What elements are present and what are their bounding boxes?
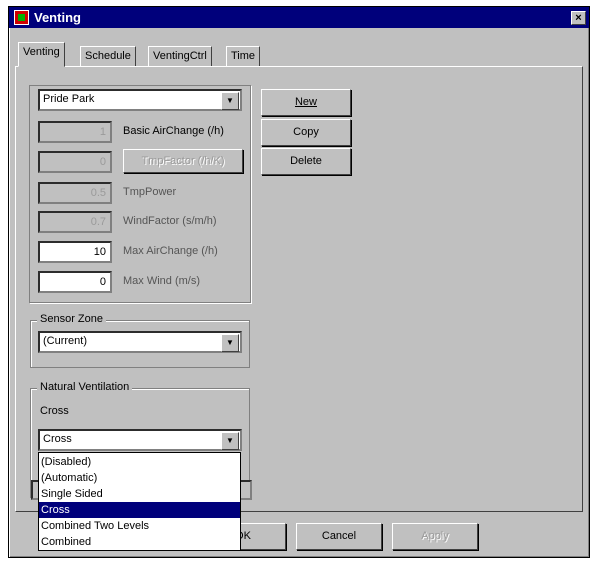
chevron-down-icon[interactable]: ▼ bbox=[221, 92, 239, 110]
sensor-zone-legend: Sensor Zone bbox=[37, 313, 106, 325]
option-combined-two-levels[interactable]: Combined Two Levels bbox=[39, 518, 240, 534]
cancel-button[interactable]: Cancel bbox=[296, 523, 382, 550]
natural-ventilation-select[interactable]: Cross ▼ bbox=[38, 429, 242, 451]
option-single-sided[interactable]: Single Sided bbox=[39, 486, 240, 502]
tmpfactor-field: 0 bbox=[38, 151, 112, 173]
tab-time[interactable]: Time bbox=[226, 46, 261, 67]
tmpfactor-button: TmpFactor (/h/K) bbox=[123, 149, 243, 173]
profile-select-value: Pride Park bbox=[43, 93, 95, 105]
apply-button[interactable]: Apply bbox=[392, 523, 478, 550]
delete-button[interactable]: Delete bbox=[261, 148, 351, 175]
basic-airchange-label: Basic AirChange (/h) bbox=[123, 125, 224, 137]
tmppower-field: 0.5 bbox=[38, 182, 112, 204]
new-button[interactable]: New bbox=[261, 89, 351, 116]
option-cross[interactable]: Cross bbox=[39, 502, 240, 518]
delete-button-label: Delete bbox=[290, 155, 322, 167]
sensor-zone-value: (Current) bbox=[43, 335, 88, 347]
tab-venting[interactable]: Venting bbox=[18, 42, 65, 67]
windfactor-label: WindFactor (s/m/h) bbox=[123, 215, 217, 227]
window-title: Venting bbox=[34, 10, 81, 25]
close-button[interactable]: × bbox=[571, 11, 586, 25]
chevron-down-icon[interactable]: ▼ bbox=[221, 432, 239, 450]
option-disabled[interactable]: (Disabled) bbox=[39, 454, 240, 470]
natural-ventilation-options[interactable]: (Disabled) (Automatic) Single Sided Cros… bbox=[38, 452, 241, 551]
windfactor-field: 0.7 bbox=[38, 211, 112, 233]
basic-airchange-field: 1 bbox=[38, 121, 112, 143]
max-wind-label: Max Wind (m/s) bbox=[123, 275, 200, 287]
tab-schedule[interactable]: Schedule bbox=[80, 46, 136, 67]
natural-ventilation-legend: Natural Ventilation bbox=[37, 381, 133, 393]
app-icon bbox=[14, 10, 29, 25]
natural-ventilation-value: Cross bbox=[43, 433, 72, 445]
chevron-down-icon[interactable]: ▼ bbox=[221, 334, 239, 352]
option-automatic[interactable]: (Automatic) bbox=[39, 470, 240, 486]
max-airchange-label: Max AirChange (/h) bbox=[123, 245, 218, 257]
max-wind-field[interactable]: 0 bbox=[38, 271, 112, 293]
copy-button[interactable]: Copy bbox=[261, 119, 351, 146]
copy-button-label: Copy bbox=[293, 126, 319, 138]
sensor-zone-select[interactable]: (Current) ▼ bbox=[38, 331, 242, 353]
tmppower-label: TmpPower bbox=[123, 186, 177, 198]
tab-ventingctrl[interactable]: VentingCtrl bbox=[148, 46, 212, 67]
new-button-label: New bbox=[294, 96, 317, 108]
title-bar[interactable] bbox=[9, 7, 589, 28]
cross-sublabel: Cross bbox=[40, 405, 69, 417]
option-combined[interactable]: Combined bbox=[39, 534, 240, 550]
max-airchange-field[interactable]: 10 bbox=[38, 241, 112, 263]
profile-select[interactable]: Pride Park ▼ bbox=[38, 89, 242, 111]
